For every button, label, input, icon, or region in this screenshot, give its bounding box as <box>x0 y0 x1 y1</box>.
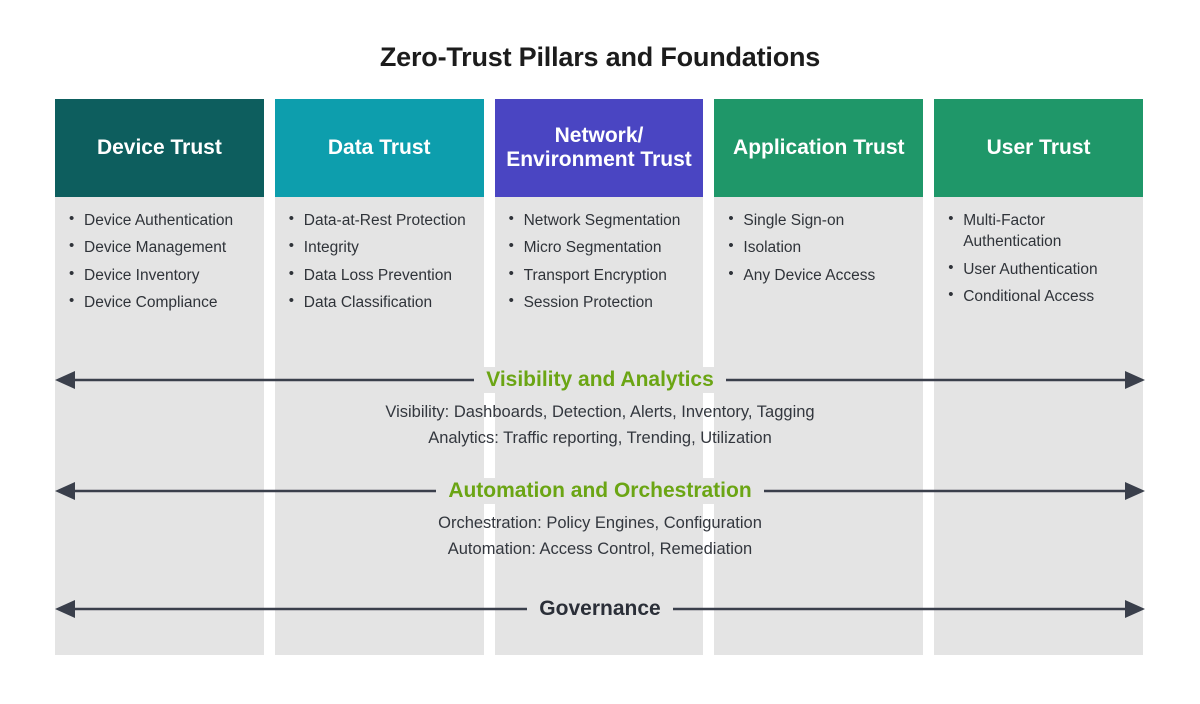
list-item: Session Protection <box>509 291 696 313</box>
foundation-band-automation-and-orchestration: Automation and Orchestration Orchestrati… <box>0 478 1200 562</box>
pillar-bullet-list-user-trust: Multi-Factor Authentication User Authent… <box>934 197 1143 314</box>
list-item: User Authentication <box>948 258 1135 280</box>
pillar-header-application-trust: Application Trust <box>714 99 924 197</box>
list-item: Multi-Factor Authentication <box>948 209 1135 253</box>
list-item: Data Classification <box>289 291 476 313</box>
pillar-bullet-list-data-trust: Data-at-Rest Protection Integrity Data L… <box>275 197 484 320</box>
foundation-description-line: Orchestration: Policy Engines, Configura… <box>438 514 762 532</box>
pillar-header-data-trust: Data Trust <box>274 99 484 197</box>
foundation-description-line: Automation: Access Control, Remediation <box>447 540 753 559</box>
foundation-description-line: Analytics: Traffic reporting, Trending, … <box>428 429 772 448</box>
foundation-band-governance: Governance <box>0 596 1200 622</box>
list-item: Data-at-Rest Protection <box>289 209 476 231</box>
list-item: Device Inventory <box>69 264 256 286</box>
list-item: Micro Segmentation <box>509 236 696 258</box>
list-item: Single Sign-on <box>728 209 915 231</box>
foundation-arrow-row: Visibility and Analytics <box>0 367 1200 393</box>
list-item: Device Management <box>69 236 256 258</box>
pillar-header-user-trust: User Trust <box>934 99 1143 197</box>
page-title: Zero-Trust Pillars and Foundations <box>379 42 821 72</box>
pillar-bullet-list-device-trust: Device Authentication Device Management … <box>55 197 264 320</box>
list-item: Integrity <box>289 236 476 258</box>
foundation-label-automation-and-orchestration: Automation and Orchestration <box>436 478 764 504</box>
foundation-arrow-row: Automation and Orchestration <box>0 478 1200 504</box>
pillar-header-network-environment-trust: Network/ Environment Trust <box>494 99 704 197</box>
foundation-description-line: Visibility: Dashboards, Detection, Alert… <box>385 403 815 421</box>
foundation-label-visibility-and-analytics: Visibility and Analytics <box>474 367 726 393</box>
foundation-label-governance: Governance <box>527 596 673 622</box>
foundation-band-visibility-and-analytics: Visibility and Analytics Visibility: Das… <box>0 367 1200 451</box>
pillar-header-device-trust: Device Trust <box>55 99 264 197</box>
list-item: Network Segmentation <box>509 209 696 231</box>
list-item: Any Device Access <box>728 264 915 286</box>
pillar-bullet-list-network-environment-trust: Network Segmentation Micro Segmentation … <box>495 197 704 320</box>
list-item: Conditional Access <box>948 285 1135 307</box>
list-item: Data Loss Prevention <box>289 264 476 286</box>
foundation-description-automation-and-orchestration: Orchestration: Policy Engines, Configura… <box>0 510 1200 562</box>
list-item: Isolation <box>728 236 915 258</box>
foundation-arrow-row: Governance <box>0 596 1200 622</box>
list-item: Transport Encryption <box>509 264 696 286</box>
pillar-bullet-list-application-trust: Single Sign-on Isolation Any Device Acce… <box>714 197 923 292</box>
foundation-description-visibility-and-analytics: Visibility: Dashboards, Detection, Alert… <box>0 399 1200 451</box>
list-item: Device Authentication <box>69 209 256 231</box>
list-item: Device Compliance <box>69 291 256 313</box>
